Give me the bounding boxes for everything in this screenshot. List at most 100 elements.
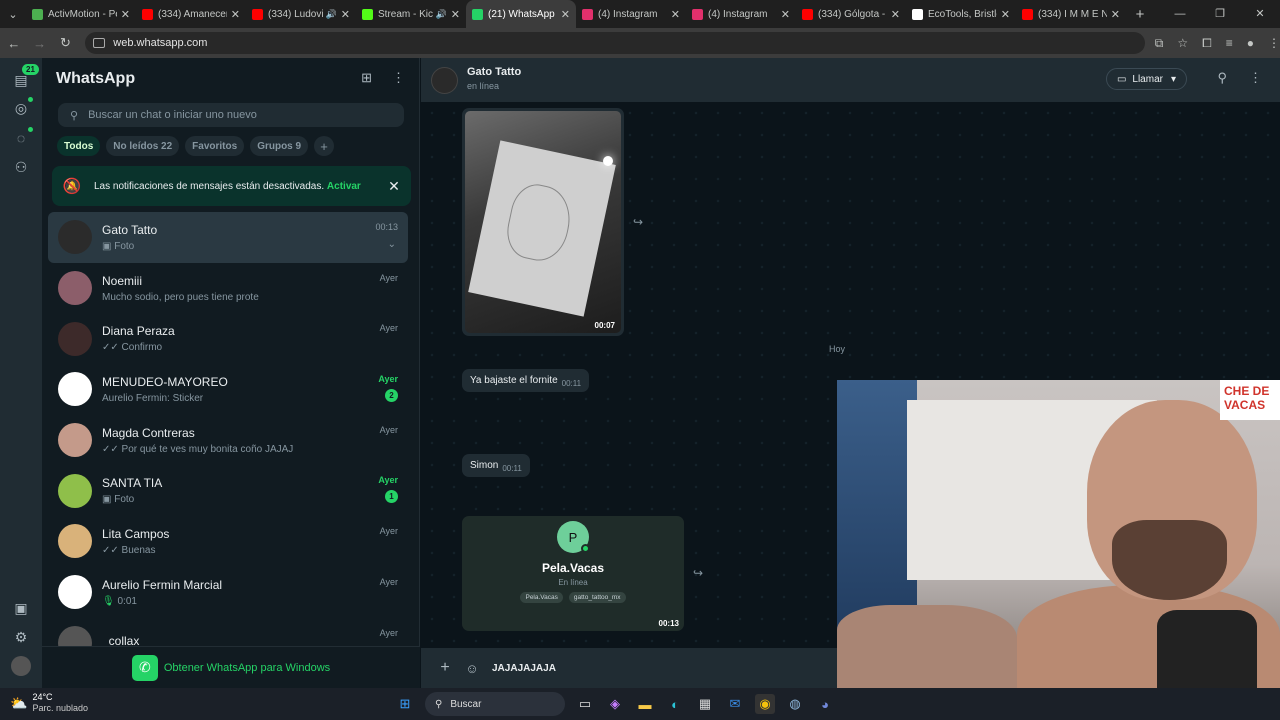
search-input[interactable]: ⚲ Buscar un chat o iniciar uno nuevo	[58, 103, 404, 127]
extensions-icon[interactable]: ⧠	[1202, 36, 1212, 51]
filter-chip[interactable]: No leídos 22	[106, 136, 180, 156]
communities-icon[interactable]: ⚇	[11, 157, 31, 177]
avatar[interactable]	[58, 271, 92, 306]
browser-tab[interactable]: (334) Gólgota - Y... ✕	[796, 0, 906, 28]
outlook-icon[interactable]: ✉	[725, 694, 745, 714]
avatar[interactable]	[58, 321, 92, 356]
site-info-icon[interactable]	[93, 38, 106, 48]
image-message[interactable]: 00:07	[462, 108, 624, 336]
chat-list-item[interactable]: MENUDEO-MAYOREO Aurelio Fermin: Sticker …	[48, 364, 408, 415]
wall-sign: CHE DE VACAS	[1220, 380, 1280, 420]
menu-dots-icon[interactable]: ⋮	[1249, 70, 1262, 86]
forward-icon[interactable]: ↪	[633, 215, 643, 229]
file-explorer-icon[interactable]: ▬	[635, 694, 655, 714]
sticker-icon[interactable]: ☺	[460, 661, 484, 676]
tab-close-icon[interactable]: ✕	[341, 8, 350, 21]
tab-close-icon[interactable]: ✕	[1111, 8, 1120, 21]
avatar[interactable]	[58, 372, 92, 407]
audio-icon[interactable]: 🔊	[326, 9, 337, 20]
chat-list-item[interactable]: Noemiii Mucho sodio, pero pues tiene pro…	[48, 263, 408, 314]
shared-profile-video[interactable]: P Pela.Vacas En línea Pela.Vacas gatto_t…	[462, 516, 684, 631]
text-message[interactable]: Simon 00:11	[462, 454, 530, 477]
close-icon[interactable]: ✕	[377, 178, 411, 195]
search-icon[interactable]: ⚲	[1217, 70, 1227, 86]
back-icon[interactable]: ←	[2, 36, 26, 51]
weather-widget[interactable]: ⛅ 24°C Parc. nublado	[10, 692, 88, 714]
profile-avatar[interactable]: ●	[1247, 36, 1254, 51]
tattoo-sketch-photo[interactable]: 00:07	[465, 111, 621, 333]
forward-icon[interactable]: →	[28, 36, 52, 51]
maximize-icon[interactable]: ❐	[1200, 0, 1240, 28]
call-button[interactable]: ▭ Llamar ▾	[1105, 68, 1187, 90]
menu-dots-icon[interactable]: ⋮	[1268, 36, 1280, 51]
filter-chip[interactable]: Favoritos	[185, 136, 245, 156]
chat-list-item[interactable]: Gato Tatto ▣ Foto 00:13 ⌄	[48, 212, 408, 263]
avatar[interactable]	[58, 473, 92, 508]
browser-tab[interactable]: ActivMotion - Pe... ✕	[26, 0, 136, 28]
tab-close-icon[interactable]: ✕	[121, 8, 130, 21]
notifications-banner: 🔕 Las notificaciones de mensajes están d…	[52, 166, 411, 206]
settings-gear-icon[interactable]: ⚙	[11, 627, 31, 647]
browser-tab[interactable]: (334) I M M E N... ✕	[1016, 0, 1126, 28]
minimize-icon[interactable]: —	[1160, 0, 1200, 28]
store-icon[interactable]: ▦	[695, 694, 715, 714]
browser-tab[interactable]: (21) WhatsApp ✕	[466, 0, 576, 28]
chat-list-item[interactable]: _collax Ayer	[48, 618, 408, 649]
close-window-icon[interactable]: ✕	[1240, 0, 1280, 28]
reload-icon[interactable]: ↻	[54, 35, 78, 51]
edge-icon[interactable]: ◐	[665, 694, 685, 714]
avatar[interactable]	[58, 220, 92, 255]
contact-avatar[interactable]	[431, 67, 458, 94]
avatar[interactable]	[58, 524, 92, 559]
audio-icon[interactable]: 🔊	[436, 9, 447, 20]
tab-search-icon[interactable]: ⌄	[0, 0, 26, 28]
conversation-header[interactable]: Gato Tatto en línea ▭ Llamar ▾ ⚲ ⋮	[421, 58, 1280, 102]
profile-avatar[interactable]	[11, 656, 31, 676]
media-gallery-icon[interactable]: ▣	[11, 598, 31, 618]
filter-chip[interactable]: Grupos 9	[250, 136, 309, 156]
tab-close-icon[interactable]: ✕	[231, 8, 240, 21]
forward-icon[interactable]: ↪	[693, 566, 703, 580]
add-filter-plus-icon[interactable]: +	[314, 136, 335, 156]
new-chat-icon[interactable]: ⊞	[361, 70, 372, 86]
browser-tab[interactable]: Stream - Kick 🔊 ✕	[356, 0, 466, 28]
tab-close-icon[interactable]: ✕	[891, 8, 900, 21]
start-icon[interactable]: ⊞	[395, 694, 415, 714]
avatar[interactable]	[58, 575, 92, 610]
tab-close-icon[interactable]: ✕	[561, 8, 570, 21]
tab-close-icon[interactable]: ✕	[781, 8, 790, 21]
browser-tab[interactable]: EcoTools, Bristle... ✕	[906, 0, 1016, 28]
browser-tab[interactable]: (334) Amanecere... ✕	[136, 0, 246, 28]
tab-close-icon[interactable]: ✕	[671, 8, 680, 21]
menu-dots-icon[interactable]: ⋮	[392, 70, 405, 86]
copilot-icon[interactable]: ◈	[605, 694, 625, 714]
activate-notifications-link[interactable]: Activar	[327, 181, 361, 192]
chevron-down-icon[interactable]: ⌄	[388, 239, 396, 250]
task-view-icon[interactable]: ▭	[575, 694, 595, 714]
text-message[interactable]: Ya bajaste el fornite 00:11	[462, 369, 590, 392]
get-windows-app-banner[interactable]: ✆ Obtener WhatsApp para Windows	[42, 646, 420, 688]
avatar[interactable]	[58, 423, 92, 458]
browser-tab[interactable]: (334) Ludovic... 🔊 ✕	[246, 0, 356, 28]
attach-plus-icon[interactable]: +	[430, 659, 460, 677]
browser-tab[interactable]: (4) Instagram ✕	[576, 0, 686, 28]
chat-list-item[interactable]: Magda Contreras ✓✓ Por qué te ves muy bo…	[48, 415, 408, 466]
chat-list-item[interactable]: Aurelio Fermin Marcial 🎙 0:01 Ayer	[48, 567, 408, 618]
filter-chip[interactable]: Todos	[57, 136, 101, 156]
tab-close-icon[interactable]: ✕	[1001, 8, 1010, 21]
media-icon[interactable]: ≡	[1226, 36, 1233, 51]
browser-tab[interactable]: (4) Instagram ✕	[686, 0, 796, 28]
bookmark-star-icon[interactable]: ☆	[1177, 36, 1188, 51]
discord-icon[interactable]: ◕	[815, 694, 835, 714]
chat-list-item[interactable]: SANTA TIA ▣ Foto Ayer 1	[48, 465, 408, 516]
chrome-icon[interactable]: ◉	[755, 694, 775, 714]
steam-icon[interactable]: ◍	[785, 694, 805, 714]
message-input[interactable]: JAJAJAJAJA	[492, 663, 556, 674]
taskbar-search[interactable]: ⚲ Buscar	[425, 692, 565, 716]
url-field[interactable]: web.whatsapp.com	[85, 32, 1145, 54]
new-tab-button[interactable]: +	[1126, 6, 1154, 23]
tab-close-icon[interactable]: ✕	[451, 8, 460, 21]
cast-icon[interactable]: ⧉	[1155, 36, 1164, 51]
chat-list-item[interactable]: Lita Campos ✓✓ Buenas Ayer	[48, 516, 408, 567]
chat-list-item[interactable]: Diana Peraza ✓✓ Confirmo Ayer	[48, 313, 408, 364]
